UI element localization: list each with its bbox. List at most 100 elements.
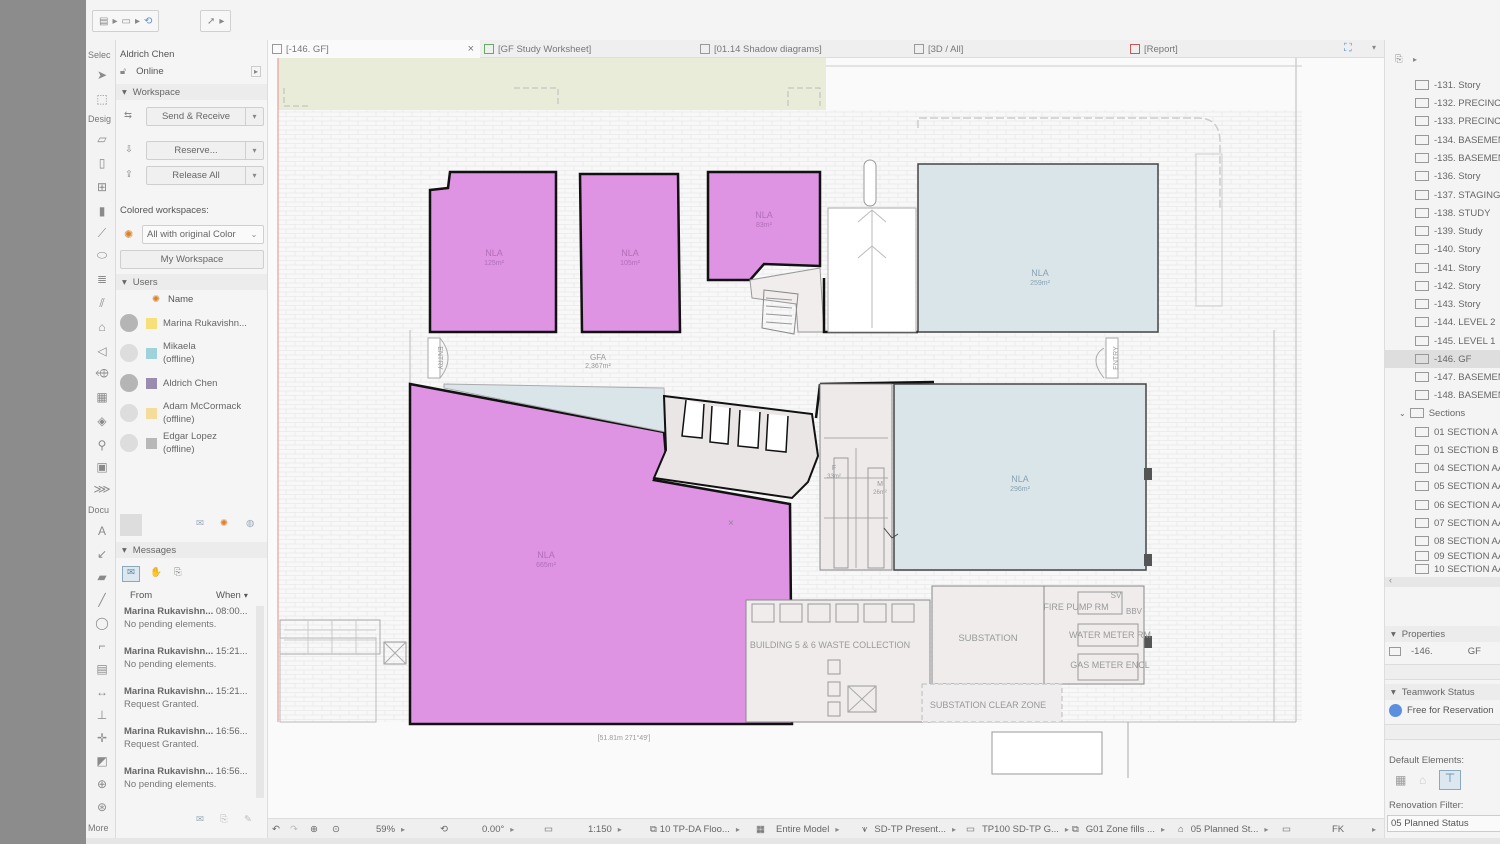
section-item[interactable]: 06 SECTION AA: [1415, 496, 1500, 514]
message-item[interactable]: Marina Rukavishn... 08:00... No pending …: [124, 606, 251, 646]
my-workspace-button[interactable]: My Workspace: [120, 250, 264, 269]
story-item[interactable]: -148. BASEMENT: [1415, 386, 1500, 404]
default-tool-icon[interactable]: ⊤: [1439, 770, 1461, 790]
statusbar-more-icon[interactable]: ▸: [1372, 822, 1376, 836]
message-item[interactable]: Marina Rukavishn... 15:21... No pending …: [124, 646, 251, 686]
tab-report[interactable]: [Report]: [1130, 40, 1178, 58]
section-item[interactable]: 10 SECTION AA: [1415, 564, 1500, 574]
messages-section-header[interactable]: ▾ Messages: [116, 542, 267, 558]
send-receive-button[interactable]: Send & Receive ▾: [146, 107, 264, 126]
tab-overview-icon[interactable]: ⛶: [1344, 42, 1352, 55]
user-action-button[interactable]: [120, 514, 142, 536]
properties-header[interactable]: ▾ Properties: [1385, 626, 1500, 642]
story-item[interactable]: -145. LEVEL 1: [1415, 332, 1500, 350]
release-all-button[interactable]: Release All ▾: [146, 166, 264, 185]
graphic-override[interactable]: ⧉ G01 Zone fills ... ▸: [1072, 822, 1165, 836]
toolbox-more-label[interactable]: More: [88, 823, 109, 833]
navigator-scrollbar[interactable]: ‹: [1385, 575, 1500, 587]
column-tool-icon[interactable]: ▮: [92, 202, 112, 220]
story-item[interactable]: -143. Story: [1415, 295, 1500, 313]
inbox-icon[interactable]: ✉: [122, 566, 140, 582]
grid-tool-icon[interactable]: ⊕: [92, 775, 112, 793]
wall-tool-icon[interactable]: ▱: [92, 130, 112, 148]
story-item[interactable]: -139. Study: [1415, 222, 1500, 240]
section-item[interactable]: 04 SECTION AA: [1415, 459, 1500, 477]
drawing-tool-icon[interactable]: ▤: [92, 660, 112, 678]
fill-tool-icon[interactable]: ▰: [92, 568, 112, 586]
section-item[interactable]: 08 SECTION AA: [1415, 532, 1500, 550]
story-item[interactable]: -144. LEVEL 2: [1415, 313, 1500, 331]
floor-plan-canvas[interactable]: NLA 125m² NLA 105m² NLA 83m² NLA 665m² N…: [268, 58, 1384, 818]
users-section-header[interactable]: ▾ Users: [116, 274, 267, 290]
send-receive-dropdown-icon[interactable]: ▾: [245, 108, 263, 125]
user-info-icon[interactable]: ◍: [246, 518, 254, 529]
story-item[interactable]: -142. Story: [1415, 277, 1500, 295]
story-item[interactable]: -141. Story: [1415, 259, 1500, 277]
arrow-tool-icon[interactable]: ➤: [92, 66, 112, 84]
toolbar-group-1[interactable]: ▤ ▸ ▭ ▸ ⟲: [92, 10, 160, 32]
level-tool-icon[interactable]: ⊥: [92, 706, 112, 724]
line-tool-icon[interactable]: ╱: [92, 591, 112, 609]
shell-tool-icon[interactable]: ◁: [92, 342, 112, 360]
user-row[interactable]: Mikaela (offline): [120, 338, 253, 368]
zoom-in-icon[interactable]: ⊕: [310, 822, 318, 836]
users-name-column[interactable]: ✺ Name: [152, 294, 263, 305]
circle-tool-icon[interactable]: ◯: [92, 614, 112, 632]
colored-workspaces-select[interactable]: All with original Color ⌄: [142, 225, 264, 244]
zone-tool-icon[interactable]: ▣: [92, 458, 112, 476]
status-row[interactable]: 🔓︎ Online ▸: [120, 66, 263, 77]
messages-when-column[interactable]: When ▾: [216, 590, 263, 601]
polyline-tool-icon[interactable]: ⌐: [92, 637, 112, 655]
reserve-button[interactable]: Reserve... ▾: [146, 141, 264, 160]
rotate-icon[interactable]: ⟲: [144, 16, 152, 27]
sections-folder[interactable]: ⌄ Sections: [1399, 404, 1500, 422]
railing-tool-icon[interactable]: ⫽: [92, 294, 112, 312]
layer-combination[interactable]: ⧉ 10 TP-DA Floo... ▸: [650, 822, 740, 836]
tab-gf-floor-plan[interactable]: [-146. GF] ×: [268, 40, 480, 58]
user-row[interactable]: Marina Rukavishn...: [120, 308, 253, 338]
window-tool-icon[interactable]: ⊞: [92, 178, 112, 196]
scale-value[interactable]: 1:150 ▸: [588, 822, 622, 836]
scroll-left-icon[interactable]: ‹: [1389, 575, 1392, 585]
slab-tool-icon[interactable]: ⬭: [92, 246, 112, 264]
section-item[interactable]: 07 SECTION AA: [1415, 514, 1500, 532]
renovation-status[interactable]: ⌂ 05 Planned St... ▸: [1178, 822, 1268, 836]
request-icon[interactable]: ✋: [150, 567, 162, 578]
undo-icon[interactable]: ↶: [272, 822, 280, 836]
compose-icon[interactable]: ✉: [196, 814, 204, 825]
navigator-menu-icon[interactable]: ▸: [1413, 55, 1417, 64]
zoom-fit-icon[interactable]: ⊙: [332, 822, 340, 836]
text-tool-icon[interactable]: A: [92, 522, 112, 540]
story-item[interactable]: -133. PRECINCT: [1415, 112, 1500, 130]
arrow-pointer-icon[interactable]: ➚: [207, 16, 215, 27]
hotspot-tool-icon[interactable]: ✛: [92, 729, 112, 747]
user-row[interactable]: Adam McCormack (offline): [120, 398, 253, 428]
section-item[interactable]: 01 SECTION B (: [1415, 441, 1500, 459]
message-item[interactable]: Marina Rukavishn... 16:56... No pending …: [124, 766, 251, 806]
worksheet-tool-icon[interactable]: ⊛: [92, 798, 112, 816]
curtain-wall-tool-icon[interactable]: ▦: [92, 388, 112, 406]
pen-set[interactable]: ⩛ SD-TP Present... ▸: [862, 822, 956, 836]
story-item[interactable]: -136. Story: [1415, 167, 1500, 185]
grid-icon[interactable]: ▦: [1395, 773, 1406, 787]
story-item[interactable]: -135. BASEMENT: [1415, 149, 1500, 167]
close-icon[interactable]: ×: [468, 43, 474, 55]
view-angle[interactable]: 0.00° ▸: [482, 822, 514, 836]
stair-tool-icon[interactable]: ≣: [92, 270, 112, 288]
tab-3d-all[interactable]: [3D / All]: [914, 40, 963, 58]
message-item[interactable]: Marina Rukavishn... 16:56... Request Gra…: [124, 726, 251, 766]
story-item-selected[interactable]: -146. GF: [1385, 350, 1500, 368]
section-item[interactable]: 01 SECTION A (: [1415, 423, 1500, 441]
color-wheel-icon[interactable]: ✺: [220, 518, 228, 529]
tab-gf-study-worksheet[interactable]: [GF Study Worksheet]: [484, 40, 591, 58]
renovation-filter-select[interactable]: 05 Planned Status: [1387, 815, 1500, 832]
rotate-view-icon[interactable]: ⟲: [440, 822, 448, 836]
workspace-section-header[interactable]: ▾ Workspace: [116, 84, 267, 100]
units-value[interactable]: FK: [1332, 822, 1344, 836]
dimension-tool-icon[interactable]: ↔: [92, 683, 112, 701]
sent-icon[interactable]: ⎘: [174, 567, 182, 578]
morph-tool-icon[interactable]: ◈: [92, 412, 112, 430]
reply-icon[interactable]: ⎘: [220, 814, 228, 825]
user-row[interactable]: Edgar Lopez (offline): [120, 428, 253, 458]
story-item[interactable]: -134. BASEMENT: [1415, 131, 1500, 149]
